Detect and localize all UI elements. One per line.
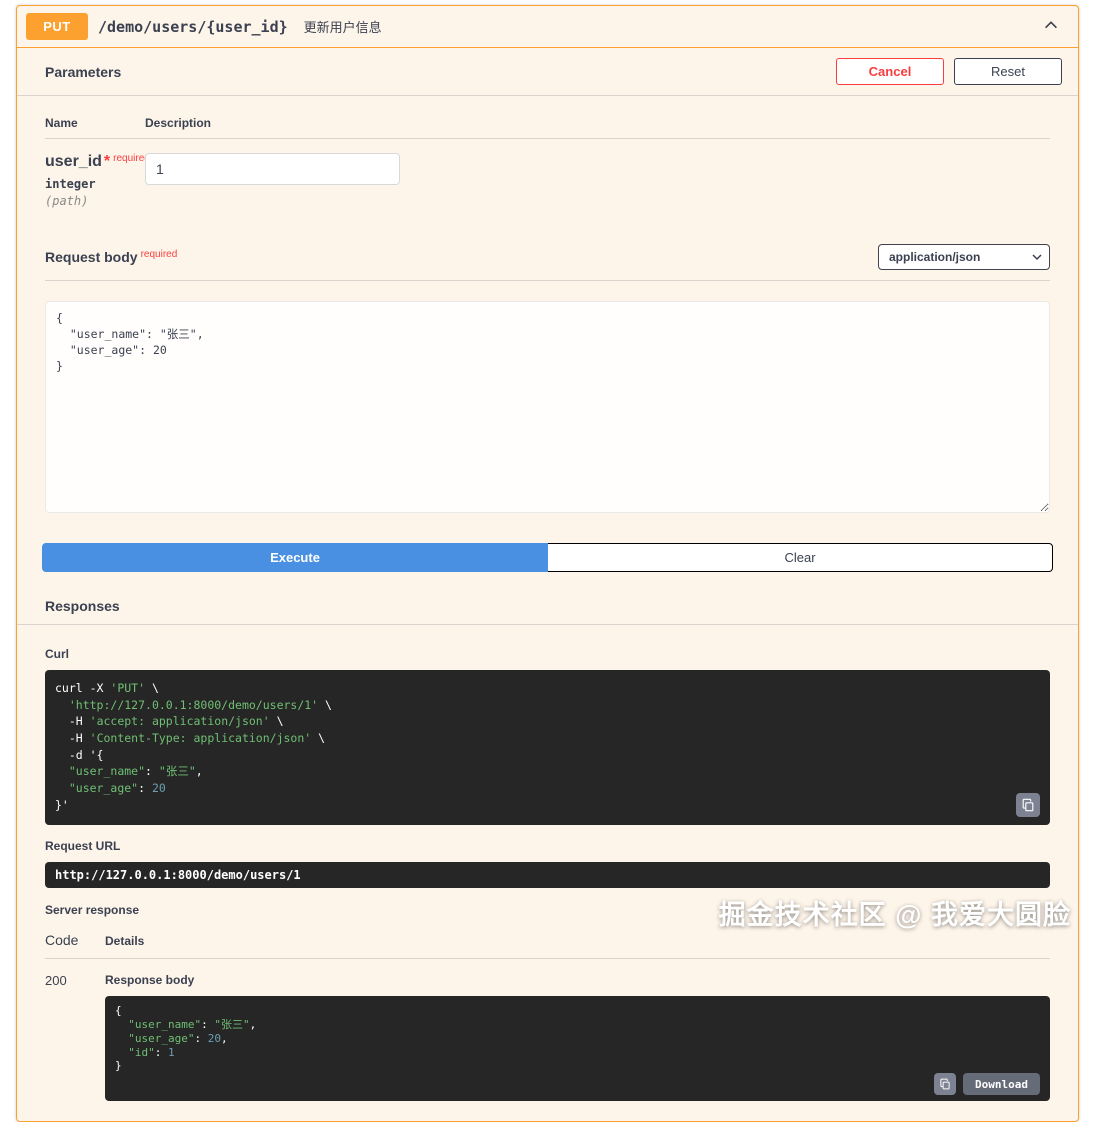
response-body-label: Response body <box>105 973 195 988</box>
copy-response-button[interactable] <box>934 1073 957 1096</box>
execute-button[interactable]: Execute <box>42 543 548 572</box>
parameter-name: user_id * required <box>45 153 150 171</box>
curl-block: curl -X 'PUT' \ 'http://127.0.0.1:8000/d… <box>45 670 1050 826</box>
parameters-section: Name Description user_id * required intege… <box>17 96 1078 513</box>
responses-section-title: Responses <box>17 572 1078 625</box>
clear-button[interactable]: Clear <box>548 543 1053 572</box>
parameters-table-header: Name Description <box>45 116 1050 139</box>
tab-row: Parameters Cancel Reset <box>17 48 1078 96</box>
response-body: { "user_name": "张三", "user_age": 20, "id… <box>115 1004 257 1073</box>
request-body-label: Request body required <box>45 249 177 265</box>
opblock-summary[interactable]: PUT /demo/users/{user_id} 更新用户信息 <box>17 6 1078 48</box>
status-code: 200 <box>45 973 67 989</box>
request-body-required: required <box>140 249 178 260</box>
server-response-label: Server response <box>45 903 140 918</box>
endpoint-summary: 更新用户信息 <box>303 20 382 35</box>
content-type-select-wrap: application/json <box>878 244 1050 270</box>
parameter-name-text: user_id <box>45 153 102 170</box>
request-url-value: http://127.0.0.1:8000/demo/users/1 <box>55 868 301 883</box>
execute-row: Execute Clear <box>42 543 1053 572</box>
content-type-select[interactable]: application/json <box>878 244 1050 270</box>
parameter-type: integer <box>45 177 96 191</box>
response-body-block: { "user_name": "张三", "user_age": 20, "id… <box>105 996 1050 1102</box>
tab-parameters[interactable]: Parameters <box>45 64 121 80</box>
request-body-header: Request body required application/json <box>45 230 1050 281</box>
code-column-header: Code <box>45 932 79 949</box>
cancel-button[interactable]: Cancel <box>836 58 944 85</box>
details-column-header: Details <box>105 934 145 949</box>
response-table-header: Code Details <box>45 926 1050 960</box>
endpoint-path: /demo/users/{user_id} <box>98 17 288 36</box>
request-url-block: http://127.0.0.1:8000/demo/users/1 <box>45 862 1050 889</box>
request-body-editor[interactable]: { "user_name": "张三", "user_age": 20 } <box>45 301 1050 513</box>
collapse-button[interactable] <box>1038 12 1064 41</box>
chevron-up-icon <box>1045 21 1057 29</box>
copy-curl-button[interactable] <box>1016 793 1040 818</box>
reset-button[interactable]: Reset <box>954 58 1062 85</box>
request-body-label-text: Request body <box>45 249 138 265</box>
http-method-badge: PUT <box>26 13 88 40</box>
user-id-input[interactable] <box>145 153 400 185</box>
required-star: * <box>103 153 111 170</box>
parameter-meta: user_id * required integer (path) <box>45 153 150 208</box>
response-details: Response body { "user_name": "张三", "user… <box>105 973 1050 1102</box>
parameter-value-cell <box>145 153 400 208</box>
copy-icon <box>1022 799 1034 812</box>
parameter-row: user_id * required integer (path) <box>45 139 1050 230</box>
curl-label: Curl <box>45 647 69 661</box>
request-url-label: Request URL <box>45 839 121 854</box>
copy-icon <box>940 1078 950 1090</box>
opblock-put: PUT /demo/users/{user_id} 更新用户信息 Paramet… <box>16 5 1079 1122</box>
response-actions: Download <box>934 1073 1040 1096</box>
download-button[interactable]: Download <box>963 1073 1040 1096</box>
response-row: 200 Response body { "user_name": "张三", "… <box>45 959 1050 1102</box>
responses-inner: Curl curl -X 'PUT' \ 'http://127.0.0.1:8… <box>17 625 1078 1121</box>
curl-command: curl -X 'PUT' \ 'http://127.0.0.1:8000/d… <box>55 681 332 812</box>
description-column-header: Description <box>145 116 212 130</box>
parameter-location: (path) <box>45 194 89 208</box>
name-column-header: Name <box>45 116 78 130</box>
